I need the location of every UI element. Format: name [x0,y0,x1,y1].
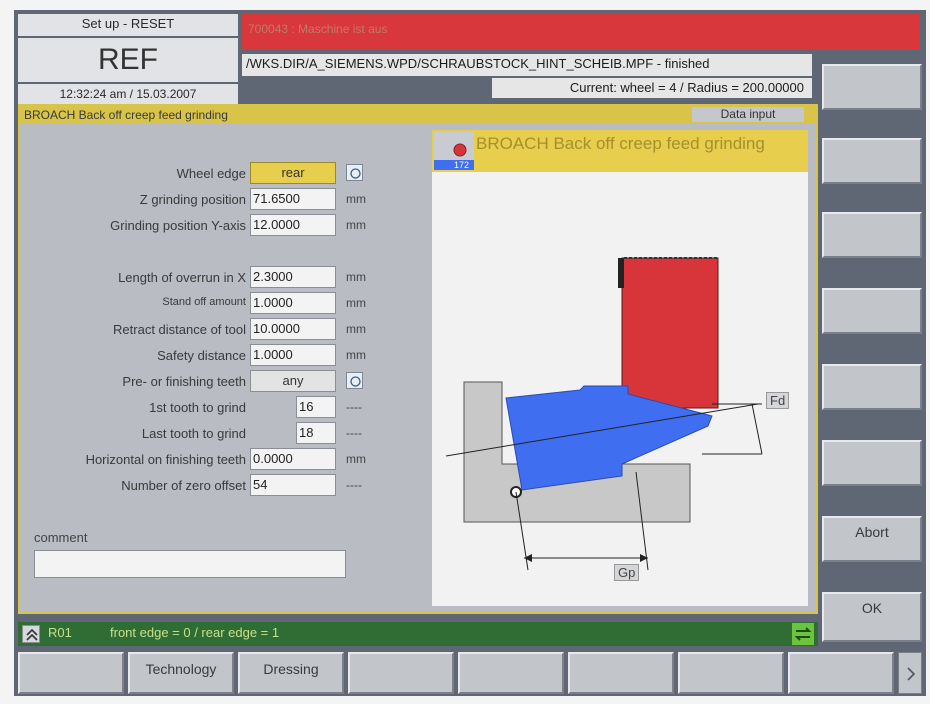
teeth-selection-label: Pre- or finishing teeth [122,374,246,389]
graphic-panel: 172 BROACH Back off creep feed grinding [432,130,808,606]
hmi-screen: Set up - RESET REF 12:32:24 am / 15.03.2… [14,10,926,696]
last-tooth-label: Last tooth to grind [141,426,246,441]
first-tooth-label: 1st tooth to grind [149,400,246,415]
vsk-1[interactable] [822,64,922,110]
grinding-diagram [445,257,763,571]
last-tooth-unit: ---- [346,426,362,440]
comment-input[interactable] [34,550,346,578]
cycle-icon: 172 [434,132,474,170]
program-path: /WKS.DIR/A_SIEMENS.WPD/SCHRAUBSTOCK_HINT… [242,54,812,76]
dressing-button[interactable]: Dressing [238,652,344,694]
hsk-5[interactable] [458,652,564,694]
vsk-4[interactable] [822,288,922,334]
horizontal-finishing-input[interactable]: 0.0000 [250,448,336,470]
horizontal-finishing-label: Horizontal on finishing teeth [85,452,246,467]
retract-distance-label: Retract distance of tool [113,322,246,337]
status-text: front edge = 0 / rear edge = 1 [110,625,280,640]
zero-offset-unit: ---- [346,478,362,492]
grinding-wheel-shape [621,257,719,409]
comment-label: comment [34,530,88,545]
teeth-selection-select[interactable]: any [250,370,336,392]
retract-distance-unit: mm [346,322,366,336]
first-tooth-unit: ---- [346,400,362,414]
current-wheel-info: Current: wheel = 4 / Radius = 200.00000 [492,78,812,98]
hsk-8[interactable] [788,652,894,694]
vsk-6[interactable] [822,440,922,486]
wheel-edge-select[interactable]: rear [250,162,336,184]
hsk-6[interactable] [568,652,674,694]
z-grinding-position-input[interactable]: 71.6500 [250,188,336,210]
softkey-scroll-arrow-icon[interactable] [898,652,922,694]
recall-chevron-icon[interactable] [22,625,40,643]
wheel-edge-label: Wheel edge [176,166,246,181]
vsk-3[interactable] [822,212,922,258]
standoff-amount-input[interactable]: 1.0000 [250,292,336,314]
ref-mode-display: REF [18,38,238,82]
y-axis-position-label: Grinding position Y-axis [110,218,246,233]
vsk-5[interactable] [822,364,922,410]
vsk-2[interactable] [822,138,922,184]
overrun-length-input[interactable]: 2.3000 [250,266,336,288]
overrun-length-label: Length of overrun in X [118,270,246,285]
hsk-1[interactable] [18,652,124,694]
graphic-title: BROACH Back off creep feed grinding [476,134,765,153]
standoff-amount-unit: mm [346,296,366,310]
channel-switch-icon[interactable] [792,623,814,645]
y-axis-position-input[interactable]: 12.0000 [250,214,336,236]
zero-offset-label: Number of zero offset [121,478,246,493]
technology-button[interactable]: Technology [128,652,234,694]
cycle-icon-number: 172 [454,160,470,170]
fd-dimension-label: Fd [766,392,790,409]
safety-distance-label: Safety distance [157,348,246,363]
hsk-4[interactable] [348,652,454,694]
hsk-7[interactable] [678,652,784,694]
status-bar: R01 front edge = 0 / rear edge = 1 [18,622,818,646]
wheel-edge-toggle-icon[interactable] [346,164,363,181]
main-window: BROACH Back off creep feed grinding Data… [18,104,818,614]
zero-offset-input[interactable]: 54 [250,474,336,496]
abort-button[interactable]: Abort [822,516,922,562]
z-grinding-position-unit: mm [346,192,366,206]
safety-distance-unit: mm [346,348,366,362]
teeth-selection-toggle-icon[interactable] [346,372,363,389]
retract-distance-input[interactable]: 10.0000 [250,318,336,340]
datetime: 12:32:24 am / 15.03.2007 [18,84,238,104]
y-axis-position-unit: mm [346,218,366,232]
ok-button[interactable]: OK [822,592,922,642]
operating-mode: Set up - RESET [18,14,238,36]
status-param: R01 [48,625,72,640]
first-tooth-input[interactable]: 16 [296,396,336,418]
standoff-amount-label: Stand off amount [162,296,246,308]
last-tooth-input[interactable]: 18 [296,422,336,444]
data-input-label: Data input [692,107,804,122]
safety-distance-input[interactable]: 1.0000 [250,344,336,366]
z-grinding-position-label: Z grinding position [139,192,246,207]
overrun-length-unit: mm [346,270,366,284]
alarm-line[interactable]: 700043 : Maschine ist aus [242,14,920,50]
horizontal-finishing-unit: mm [346,452,366,466]
gp-dimension-label: Gp [614,564,640,581]
